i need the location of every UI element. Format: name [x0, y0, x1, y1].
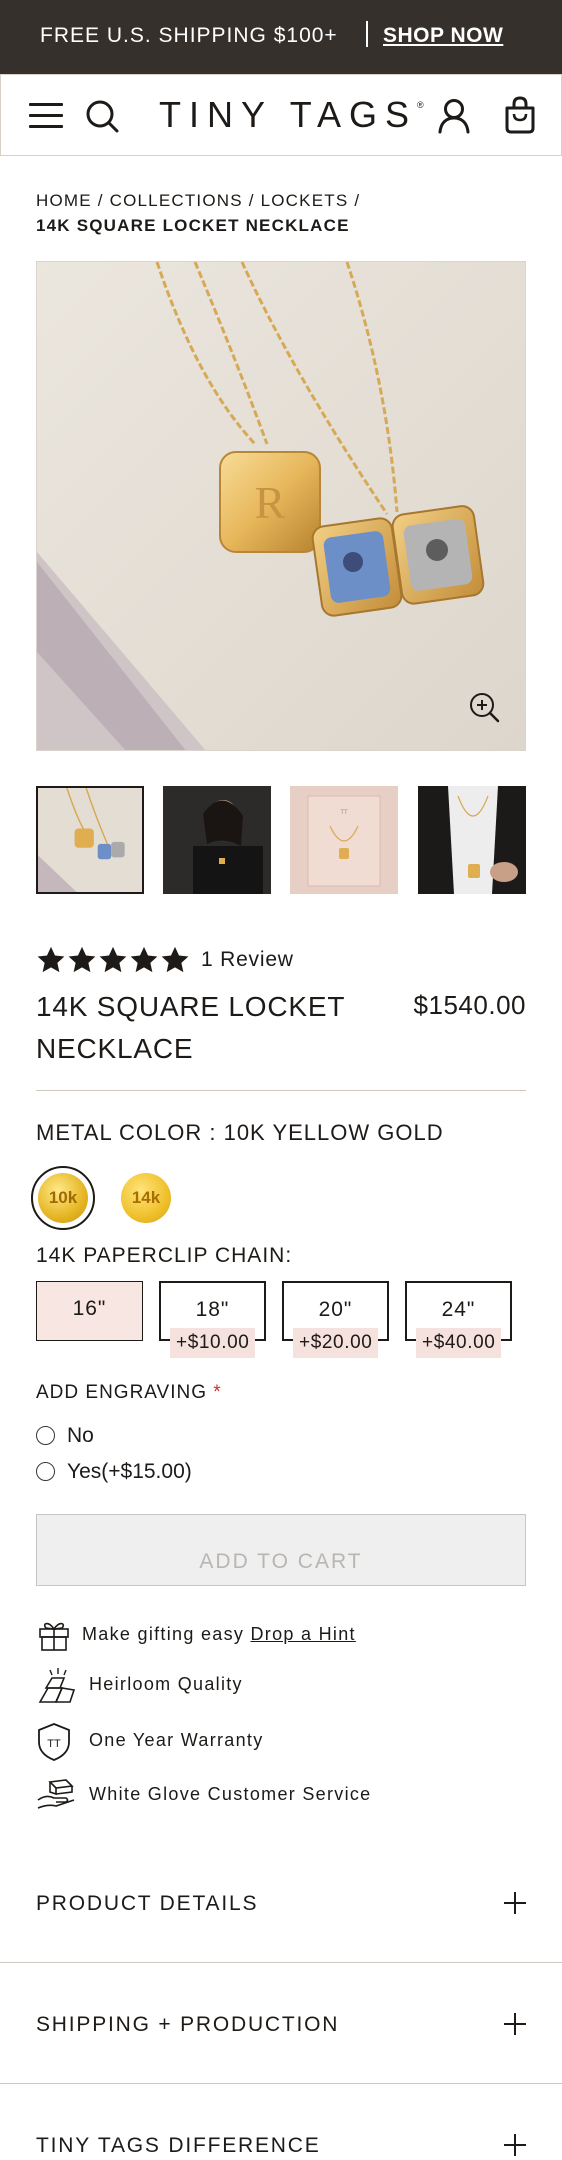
thumbnail-4[interactable] — [418, 786, 526, 894]
svg-text:R: R — [255, 477, 286, 528]
plus-icon[interactable] — [504, 2134, 526, 2156]
plus-icon[interactable] — [504, 2013, 526, 2035]
star-icon — [130, 946, 158, 973]
rating-row[interactable]: 1 Review — [36, 944, 294, 976]
chain-upcharge-18: +$10.00 — [170, 1328, 256, 1358]
breadcrumb-current: 14K SQUARE LOCKET NECKLACE — [36, 216, 350, 235]
svg-text:TT: TT — [340, 810, 348, 816]
accordion-product-details[interactable]: PRODUCT DETAILS — [0, 1842, 562, 1963]
thumbnail-3[interactable]: TT — [290, 786, 398, 894]
engraving-yes-label[interactable]: Yes(+$15.00) — [67, 1460, 192, 1484]
star-icon — [37, 946, 65, 973]
gift-text: Make gifting easy Drop a Hint — [82, 1624, 356, 1644]
shop-now-link[interactable]: SHOP NOW — [383, 24, 503, 48]
required-asterisk: * — [213, 1382, 222, 1403]
svg-text:TT: TT — [47, 1738, 61, 1750]
chain-upcharge-20: +$20.00 — [293, 1328, 379, 1358]
chain-label: 14K PAPERCLIP CHAIN: — [36, 1244, 293, 1267]
announcement-bar: FREE U.S. SHIPPING $100+ SHOP NOW — [0, 0, 562, 74]
breadcrumb-separator: / — [248, 191, 255, 210]
thumbnail-2[interactable] — [163, 786, 271, 894]
swatch-14k[interactable]: 14k — [121, 1173, 171, 1223]
product-price: $1540.00 — [413, 990, 526, 1020]
engraving-label: ADD ENGRAVING * — [36, 1382, 222, 1403]
star-rating — [36, 945, 191, 975]
review-count[interactable]: 1 Review — [201, 948, 294, 972]
breadcrumb-separator: / — [97, 191, 104, 210]
heirloom-text: Heirloom Quality — [89, 1674, 243, 1694]
service-text: White Glove Customer Service — [89, 1784, 372, 1804]
accordion-shipping-production[interactable]: SHIPPING + PRODUCTION — [0, 1963, 562, 2084]
menu-icon[interactable] — [29, 103, 63, 129]
accordion-tiny-tags-difference[interactable]: TINY TAGS DIFFERENCE — [0, 2084, 562, 2160]
swatch-10k[interactable]: 10k — [38, 1173, 88, 1223]
plus-icon[interactable] — [504, 1892, 526, 1914]
breadcrumb-collections[interactable]: COLLECTIONS — [110, 191, 243, 210]
site-header: TINY TAGS® — [0, 74, 562, 156]
warranty-text: One Year Warranty — [89, 1730, 264, 1750]
shield-icon: TT — [38, 1723, 70, 1761]
gold-bars-icon — [38, 1668, 76, 1703]
account-icon[interactable] — [437, 98, 471, 134]
star-icon — [99, 946, 127, 973]
breadcrumb: HOME / COLLECTIONS / LOCKETS / 14K SQUAR… — [36, 188, 526, 238]
thumbnail-1[interactable] — [36, 786, 144, 894]
breadcrumb-lockets[interactable]: LOCKETS — [261, 191, 349, 210]
chain-option-16[interactable]: 16" — [36, 1281, 143, 1341]
divider — [36, 1090, 526, 1091]
engraving-yes-radio[interactable] — [36, 1462, 55, 1481]
breadcrumb-home[interactable]: HOME — [36, 191, 92, 210]
search-icon[interactable] — [85, 99, 119, 133]
free-shipping-text: FREE U.S. SHIPPING $100+ — [40, 24, 338, 47]
accordion-title: PRODUCT DETAILS — [36, 1892, 259, 1915]
chain-upcharge-24: +$40.00 — [416, 1328, 502, 1358]
zoom-in-icon[interactable] — [467, 690, 501, 724]
breadcrumb-separator: / — [354, 191, 361, 210]
announcement-divider — [366, 21, 368, 47]
main-product-image[interactable]: R — [36, 261, 526, 751]
metal-color-label: METAL COLOR : 10K YELLOW GOLD — [36, 1120, 444, 1145]
locket-photo: R — [37, 262, 525, 750]
accordion-title: SHIPPING + PRODUCTION — [36, 2013, 340, 2036]
drop-a-hint-link[interactable]: Drop a Hint — [250, 1624, 355, 1644]
star-icon — [161, 946, 189, 973]
thumbnail-strip: TT — [36, 786, 526, 894]
site-logo[interactable]: TINY TAGS® — [159, 94, 424, 136]
gift-icon — [39, 1622, 69, 1651]
engraving-no-radio[interactable] — [36, 1426, 55, 1445]
glove-service-icon — [37, 1779, 75, 1809]
add-to-cart-button[interactable]: ADD TO CART — [36, 1514, 526, 1586]
engraving-no-label[interactable]: No — [67, 1424, 94, 1448]
bag-icon[interactable] — [503, 96, 537, 134]
accordion-title: TINY TAGS DIFFERENCE — [36, 2134, 321, 2157]
product-title: 14K SQUARE LOCKET NECKLACE — [36, 991, 346, 1064]
star-icon — [68, 946, 96, 973]
